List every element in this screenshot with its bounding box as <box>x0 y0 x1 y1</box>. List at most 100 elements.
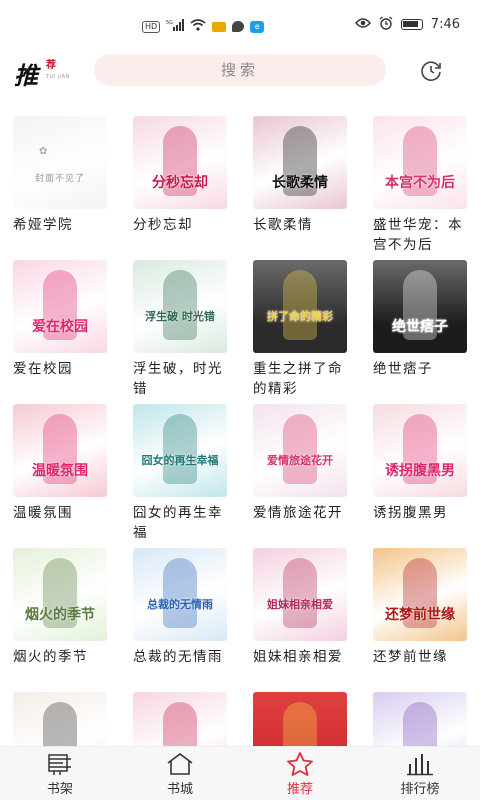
cover-title-text: 烟火的季节 <box>25 607 95 623</box>
nav-recommend[interactable]: 推荐 <box>240 747 360 800</box>
book-title: 爱情旅途花开 <box>253 505 343 521</box>
nav-bookstore[interactable]: 书城 <box>120 747 240 800</box>
book-item[interactable]: 浴雪 <box>253 692 347 746</box>
book-title: 重生之拼了命的精彩 <box>253 361 343 397</box>
ranking-icon <box>405 751 435 777</box>
book-grid: 封面不见了 ✿ 希娅学院 分秒忘却 分秒忘却 长歌柔情 长歌柔情 本宫不为后 盛世华宠：本宫不为… <box>0 110 480 746</box>
book-item[interactable]: 还梦前世缘 还梦前世缘 <box>373 548 467 667</box>
cover-illustration <box>283 558 317 628</box>
book-cover[interactable]: 百恩 <box>133 692 227 746</box>
header: 推 荐 TUI JIAN 搜索 <box>0 52 480 94</box>
signal-label: 5G <box>166 20 173 26</box>
cover-title-text: 拼了命的精彩 <box>267 310 333 323</box>
book-item[interactable] <box>373 692 467 746</box>
mail-notification-icon <box>212 21 227 32</box>
logo-main-char: 推 <box>14 61 38 90</box>
cover-illustration <box>163 702 197 746</box>
book-title: 总裁的无情雨 <box>133 649 223 665</box>
book-cover[interactable]: 本宫不为后 <box>373 116 467 209</box>
battery-icon <box>400 19 423 30</box>
book-item[interactable]: 百恩 <box>133 692 227 746</box>
cover-illustration <box>283 270 317 340</box>
alarm-icon <box>379 16 393 33</box>
book-item[interactable]: 本宫不为后盛世华宠：本宫不为后 <box>373 116 467 255</box>
status-right-icons: 7:46 <box>354 16 460 33</box>
book-title: 爱在校园 <box>13 361 73 377</box>
book-title: 分秒忘却 <box>133 217 193 233</box>
book-cover[interactable]: 浴雪 <box>253 692 347 746</box>
cover-title-text: 绝世痞子 <box>392 319 448 335</box>
book-item[interactable]: 封面不见了 ✿ 希娅学院 <box>13 116 107 235</box>
cover-title-text: 囧女的再生幸福 <box>141 454 219 467</box>
book-cover[interactable]: 长歌柔情 <box>253 116 347 209</box>
book-title: 囧女的再生幸福 <box>133 505 223 541</box>
signal-icon: 5G <box>166 19 185 34</box>
book-item[interactable]: 拼了命的精彩重生之拼了命的精彩 <box>253 260 347 399</box>
book-item[interactable]: 爱在校园 爱在校园 <box>13 260 107 379</box>
clock-time: 7:46 <box>430 17 460 32</box>
book-item[interactable]: 烟火的季节 烟火的季节 <box>13 548 107 667</box>
cover-illustration <box>283 414 317 484</box>
book-item[interactable]: 温暖氛围 温暖氛围 <box>13 404 107 523</box>
book-cover[interactable]: 爱在校园 <box>13 260 107 353</box>
status-left-icons: HD 5G e <box>142 19 265 34</box>
nav-label-ranking: 排行榜 <box>400 781 440 797</box>
book-cover[interactable]: 拼了命的精彩 <box>253 260 347 353</box>
cover-title-text: 长歌柔情 <box>272 175 328 191</box>
book-item[interactable]: 爱情旅途花开 爱情旅途花开 <box>253 404 347 523</box>
home-icon <box>165 751 195 777</box>
logo-tiny-text: TUI JIAN <box>46 74 70 80</box>
book-item[interactable]: 绝世痞子 绝世痞子 <box>373 260 467 379</box>
book-item[interactable]: 浮生破 时光错浮生破，时光错 <box>133 260 227 399</box>
nav-bookshelf[interactable]: 书架 <box>0 747 120 800</box>
search-input[interactable]: 搜索 <box>94 54 386 86</box>
book-item[interactable]: 诱拐腹黑男 诱拐腹黑男 <box>373 404 467 523</box>
cover-title-text: 诱拐腹黑男 <box>385 463 455 479</box>
book-title: 希娅学院 <box>13 217 73 233</box>
cover-title-text: 还梦前世缘 <box>385 607 455 623</box>
book-cover[interactable]: 诱拐腹黑男 <box>373 404 467 497</box>
history-button[interactable] <box>418 58 444 84</box>
book-item[interactable]: 长歌柔情 长歌柔情 <box>253 116 347 235</box>
bookshelf-icon <box>45 751 75 777</box>
book-cover[interactable]: 分秒忘却 <box>133 116 227 209</box>
book-cover[interactable] <box>373 692 467 746</box>
bee-icon: ✿ <box>39 146 48 157</box>
book-cover[interactable]: 绝世痞子 <box>373 260 467 353</box>
cover-title-text: 爱情旅途花开 <box>267 454 333 467</box>
book-title: 盛世华宠：本宫不为后 <box>373 217 463 253</box>
book-cover[interactable]: 姐妹相亲相爱 <box>253 548 347 641</box>
cover-illustration <box>163 558 197 628</box>
book-cover[interactable]: 囧女的再生幸福 <box>133 404 227 497</box>
book-cover[interactable]: 封面不见了 ✿ <box>13 116 107 209</box>
book-cover[interactable]: 温暖氛围 <box>13 404 107 497</box>
book-title: 温暖氛围 <box>13 505 73 521</box>
book-item[interactable]: 总裁的无情雨 总裁的无情雨 <box>133 548 227 667</box>
book-cover[interactable]: 爱情旅途花开 <box>253 404 347 497</box>
cover-title-text: 姐妹相亲相爱 <box>267 598 333 611</box>
hd-badge: HD <box>142 20 161 33</box>
bottom-nav: 书架 书城 推荐 排行榜 <box>0 746 480 800</box>
book-item[interactable]: 姐妹相亲相爱 姐妹相亲相爱 <box>253 548 347 667</box>
nav-ranking[interactable]: 排行榜 <box>360 747 480 800</box>
cover-title-text: 温暖氛围 <box>32 463 88 479</box>
cover-title-text: 本宫不为后 <box>385 175 455 191</box>
book-cover[interactable]: 还梦前世缘 <box>373 548 467 641</box>
book-title: 诱拐腹黑男 <box>373 505 448 521</box>
book-cover[interactable] <box>13 692 107 746</box>
book-item[interactable] <box>13 692 107 746</box>
cover-title-text: 浮生破 时光错 <box>145 310 215 323</box>
book-cover[interactable]: 浮生破 时光错 <box>133 260 227 353</box>
book-cover[interactable]: 烟火的季节 <box>13 548 107 641</box>
status-bar: HD 5G e 7:46 <box>0 0 480 52</box>
eye-icon <box>354 17 371 32</box>
cover-illustration <box>403 702 437 746</box>
book-item[interactable]: 分秒忘却 分秒忘却 <box>133 116 227 235</box>
nav-label-bookstore: 书城 <box>166 781 193 797</box>
book-cover[interactable]: 总裁的无情雨 <box>133 548 227 641</box>
book-title: 浮生破，时光错 <box>133 361 223 397</box>
cover-title-text: 分秒忘却 <box>152 175 208 191</box>
star-icon <box>285 751 315 777</box>
book-item[interactable]: 囧女的再生幸福 囧女的再生幸福 <box>133 404 227 543</box>
logo-sub-char: 荐 <box>46 60 56 71</box>
